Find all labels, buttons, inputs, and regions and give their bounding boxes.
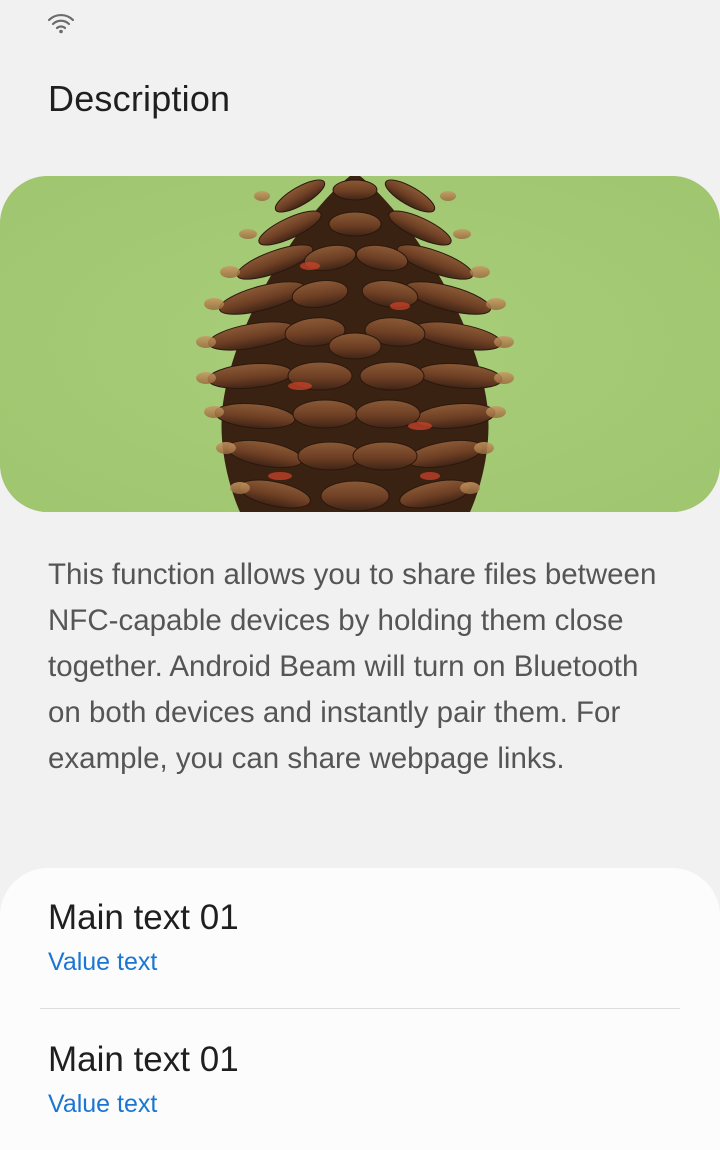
page-title: Description <box>48 78 231 119</box>
divider <box>40 1008 680 1009</box>
status-bar <box>0 0 720 44</box>
list-item-value-text: Value text <box>48 1090 158 1118</box>
pinecone-image <box>0 176 720 512</box>
list-item[interactable]: Main text 01 Value text <box>0 868 720 1010</box>
wifi-icon <box>47 13 75 34</box>
description-text: This function allows you to share files … <box>48 558 657 775</box>
settings-card: Main text 01 Value text Main text 01 Val… <box>0 868 720 1150</box>
screen: Description This function allows you to … <box>0 0 720 1150</box>
list-item-value-text: Value text <box>48 948 158 976</box>
list-item-main-text: Main text 01 <box>48 898 239 937</box>
list-item-main-text: Main text 01 <box>48 1040 239 1079</box>
list-item[interactable]: Main text 01 Value text <box>0 1010 720 1150</box>
